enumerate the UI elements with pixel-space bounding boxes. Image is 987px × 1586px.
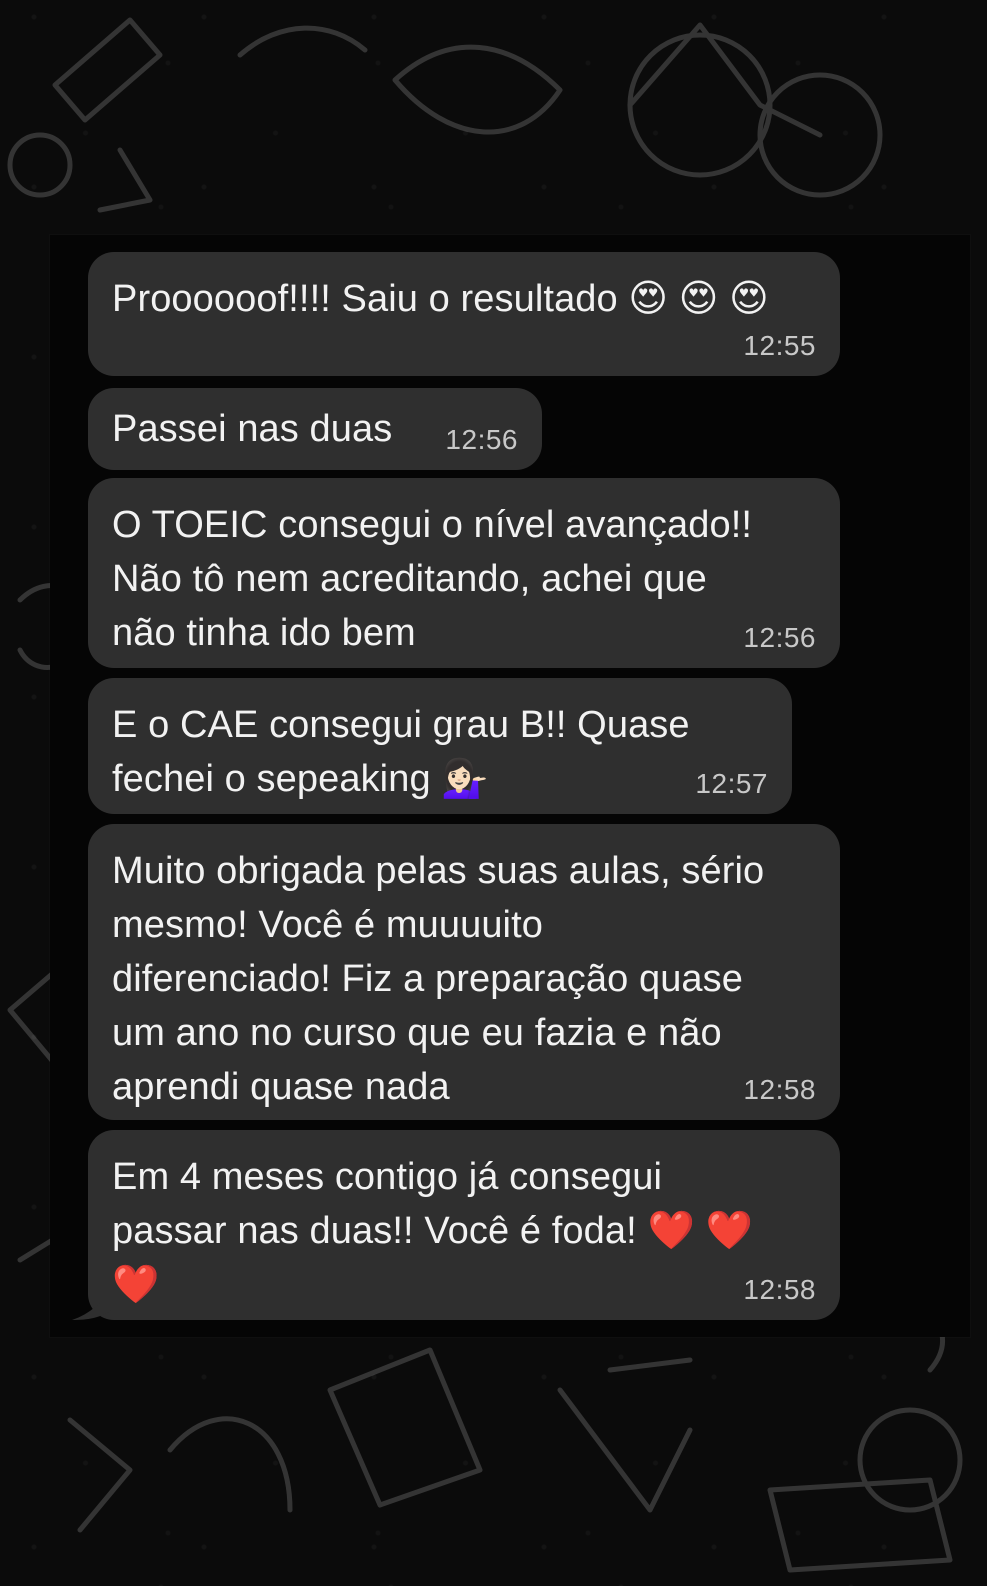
- message-bubble[interactable]: Muito obrigada pelas suas aulas, sério m…: [88, 824, 840, 1120]
- message-time: 12:57: [695, 768, 768, 799]
- message-text: Muito obrigada pelas suas aulas, sério m…: [112, 850, 765, 1108]
- message-time: 12:58: [743, 1274, 816, 1305]
- message-bubble[interactable]: Passei nas duas 12:56: [88, 388, 542, 470]
- message-bubble[interactable]: Em 4 meses contigo já consegui passar na…: [88, 1130, 840, 1320]
- message-text: E o CAE consegui grau B!! Quase fechei o…: [112, 704, 690, 800]
- message-text: Proooooof!!!! Saiu o resultado 😍 😍 😍: [112, 278, 769, 320]
- message-bubble[interactable]: E o CAE consegui grau B!! Quase fechei o…: [88, 678, 792, 814]
- message-bubble[interactable]: O TOEIC consegui o nível avançado!! Não …: [88, 478, 840, 668]
- message-time: 12:55: [743, 330, 816, 361]
- message-time: 12:56: [743, 622, 816, 653]
- message-bubble[interactable]: Proooooof!!!! Saiu o resultado 😍 😍 😍 12:…: [88, 252, 840, 376]
- message-text: Em 4 meses contigo já consegui passar na…: [112, 1156, 753, 1306]
- message-time: 12:56: [445, 424, 518, 455]
- message-time: 12:58: [743, 1074, 816, 1105]
- chat-screen: Proooooof!!!! Saiu o resultado 😍 😍 😍 12:…: [0, 0, 987, 1586]
- message-text: O TOEIC consegui o nível avançado!! Não …: [112, 504, 753, 654]
